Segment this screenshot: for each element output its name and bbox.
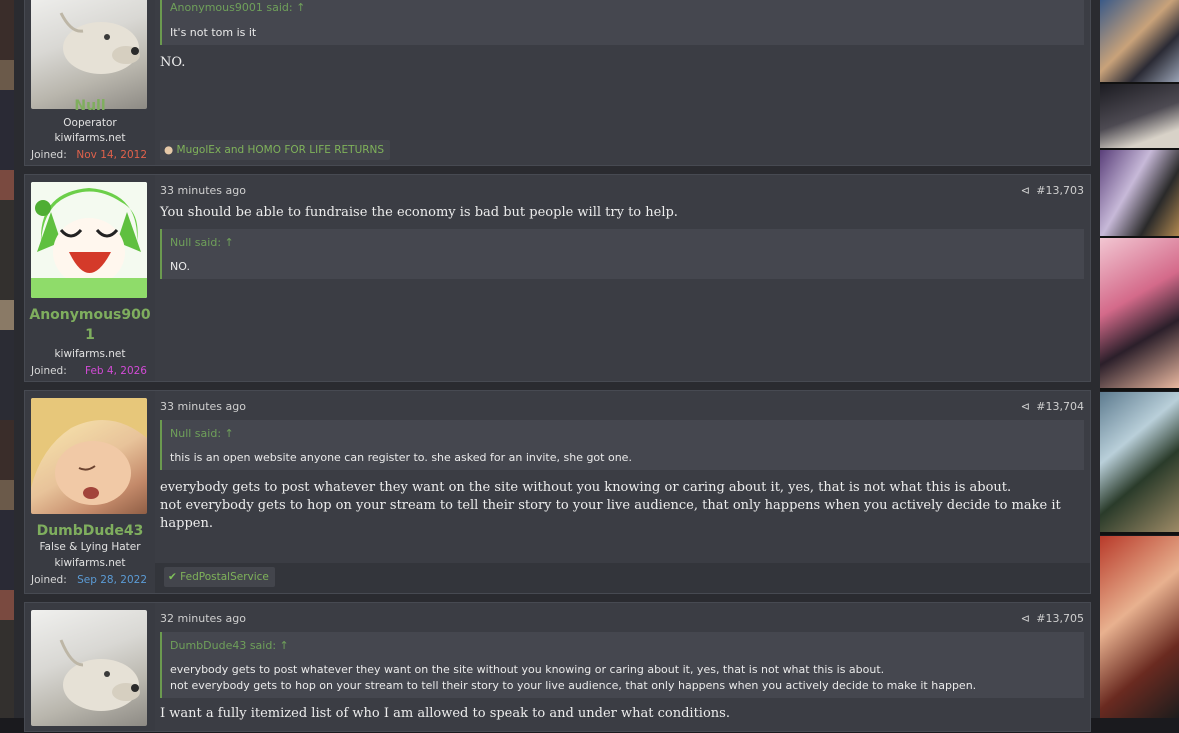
joined-date: Nov 14, 2012 [76,149,147,161]
joined-row: Joined: Sep 28, 2022 [31,574,147,586]
joined-row: Joined: Feb 4, 2026 [31,365,147,377]
joined-date: Sep 28, 2022 [77,574,147,586]
user-title: False & Lying Hater [39,541,141,553]
post-time[interactable]: 33 minutes ago [160,184,246,197]
username-continuation[interactable]: 1 [25,325,155,345]
post-content: Anonymous9001 said: ↑ It's not tom is it… [160,0,1084,167]
quote-author[interactable]: Null said: ↑ [170,427,234,440]
share-icon[interactable]: ⊲ [1021,612,1030,625]
post-body: I want a fully itemized list of who I am… [160,706,730,721]
quote-author-text[interactable]: Null said: [170,427,221,440]
post-content: 33 minutes ago ⊲ #13,703 You should be a… [160,175,1084,383]
blonde-person-avatar-image [31,398,147,505]
comic-panel [1100,150,1179,239]
reaction-bar[interactable]: ✔ FedPostalService [164,567,275,587]
username[interactable]: Null [25,96,155,116]
joined-row: Joined: Nov 14, 2012 [31,149,147,161]
quote-author-text[interactable]: DumbDude43 said: [170,639,276,652]
user-info: DumbDude43 False & Lying Hater kiwifarms… [25,391,155,593]
share-icon[interactable]: ⊲ [1021,184,1030,197]
post-number[interactable]: #13,705 [1036,612,1084,625]
green-hair-girl-avatar-image [31,182,147,298]
dog-avatar-image [59,12,140,74]
side-background-right [1100,0,1179,718]
joined-label: Joined: [31,365,67,377]
quote-author-text[interactable]: Anonymous9001 said: [170,1,293,14]
avatar[interactable] [31,0,147,109]
post-time[interactable]: 32 minutes ago [160,612,246,625]
user-site: kiwifarms.net [54,348,126,360]
check-circle-icon: ✔ [168,571,177,583]
user-info: Anonymous900 1 kiwifarms.net Joined: Feb… [25,175,155,381]
reaction-emoji-icon: ● [164,144,174,156]
comic-panel [1100,392,1179,535]
quote-text-line: not everybody gets to hop on your stream… [170,679,977,692]
post: Anonymous900 1 kiwifarms.net Joined: Feb… [24,174,1091,382]
quote-author-text[interactable]: Null said: [170,236,221,249]
post-number[interactable]: #13,704 [1036,400,1084,413]
quote-block: Null said: ↑ this is an open website any… [160,420,1084,470]
user-site: kiwifarms.net [54,132,126,144]
arrow-up-circle-icon[interactable]: ↑ [225,236,234,249]
thread-column: Null Ooperator kiwifarms.net Joined: Nov… [14,0,1100,732]
reaction-bar[interactable]: ● MugolEx and HOMO FOR LIFE RETURNS [160,140,391,160]
quote-text: NO. [170,260,190,273]
user-info [25,603,155,731]
quote-text: It's not tom is it [170,26,257,39]
user-info: Null Ooperator kiwifarms.net Joined: Nov… [25,0,155,165]
joined-label: Joined: [31,574,67,586]
reaction-users[interactable]: FedPostalService [180,571,269,583]
dog-avatar-image [59,639,140,711]
post-body-line: not everybody gets to hop on your stream… [160,498,1061,531]
user-site: kiwifarms.net [54,557,126,569]
joined-label: Joined: [31,149,67,161]
quote-author[interactable]: Anonymous9001 said: ↑ [170,1,305,14]
post-footer [155,563,1090,593]
user-title: Ooperator [63,117,117,129]
post-time[interactable]: 33 minutes ago [160,400,246,413]
post-number[interactable]: #13,703 [1036,184,1084,197]
post: 32 minutes ago ⊲ #13,705 DumbDude43 said… [24,602,1091,732]
comic-panel [1100,238,1179,391]
post-body: You should be able to fundraise the econ… [160,205,678,220]
avatar[interactable] [31,610,147,726]
joined-date: Feb 4, 2026 [84,365,147,377]
comic-panel [1100,0,1179,85]
post-content: 32 minutes ago ⊲ #13,705 DumbDude43 said… [160,603,1084,733]
quote-block: Anonymous9001 said: ↑ It's not tom is it [160,0,1084,45]
quote-author[interactable]: Null said: ↑ [170,236,234,249]
share-icon[interactable]: ⊲ [1021,400,1030,413]
username[interactable]: Anonymous900 [25,305,155,325]
arrow-up-circle-icon[interactable]: ↑ [280,639,289,652]
quote-author[interactable]: DumbDude43 said: ↑ [170,639,289,652]
post-body: NO. [160,55,186,70]
post-body-line: everybody gets to post whatever they wan… [160,480,1012,495]
comic-panel [1100,84,1179,151]
side-background-left [0,0,14,718]
arrow-up-circle-icon[interactable]: ↑ [225,427,234,440]
post: DumbDude43 False & Lying Hater kiwifarms… [24,390,1091,594]
quote-block: Null said: ↑ NO. [160,229,1084,279]
quote-text: this is an open website anyone can regis… [170,451,632,464]
quote-text-line: everybody gets to post whatever they wan… [170,663,885,676]
comic-panel [1100,536,1179,718]
reaction-users[interactable]: MugolEx and HOMO FOR LIFE RETURNS [177,144,385,156]
arrow-up-circle-icon[interactable]: ↑ [296,1,305,14]
avatar[interactable] [31,182,147,298]
avatar[interactable] [31,398,147,514]
post: Null Ooperator kiwifarms.net Joined: Nov… [24,0,1091,166]
quote-block: DumbDude43 said: ↑ everybody gets to pos… [160,632,1084,698]
username[interactable]: DumbDude43 [25,521,155,541]
